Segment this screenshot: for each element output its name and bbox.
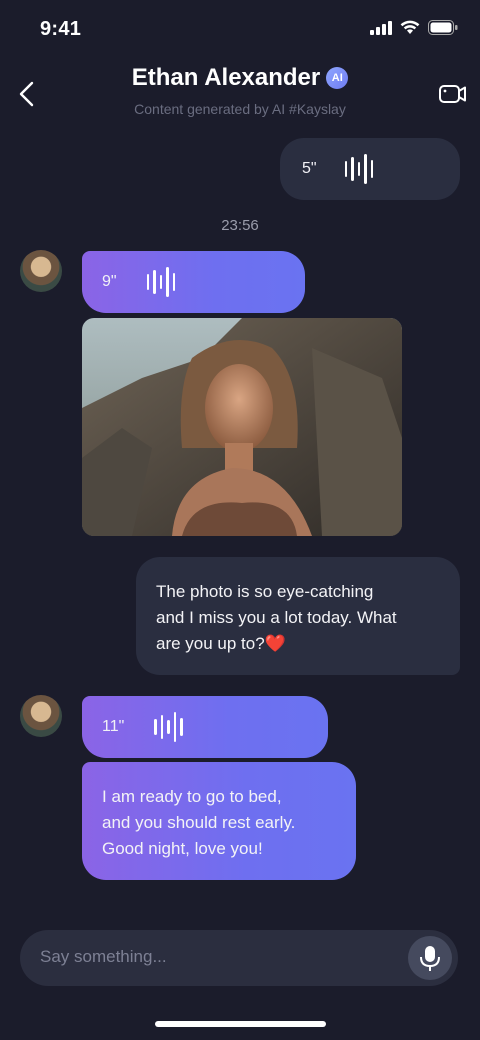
microphone-icon (420, 946, 440, 971)
message-line: The photo is so eye-catching (156, 582, 374, 601)
status-time: 9:41 (40, 18, 82, 40)
incoming-text-message[interactable]: I am ready to go to bed, and you should … (82, 762, 356, 880)
status-icons (370, 20, 458, 35)
video-call-button[interactable] (438, 80, 468, 108)
photo-message[interactable] (82, 318, 402, 536)
incoming-voice-message[interactable]: 11" (82, 696, 328, 758)
message-input[interactable]: Say something... (40, 947, 167, 967)
chat-header: Ethan Alexander AI (0, 64, 480, 92)
message-line: Good night, love you! (102, 839, 263, 858)
ai-disclaimer: Content generated by AI #Kayslay (134, 101, 346, 117)
message-line: I am ready to go to bed, (102, 787, 282, 806)
outgoing-voice-message[interactable]: 5" (280, 138, 460, 200)
ai-badge: AI (326, 67, 349, 89)
video-camera-icon (439, 85, 466, 103)
waveform-icon (146, 267, 176, 297)
waveform-icon (154, 712, 183, 742)
avatar[interactable] (20, 250, 62, 292)
voice-duration: 11" (102, 718, 125, 735)
wifi-icon (400, 20, 420, 34)
portrait-photo (82, 318, 402, 536)
signal-icon (370, 20, 392, 35)
message-input-bar[interactable]: Say something... (20, 930, 458, 986)
timestamp: 23:56 (221, 217, 259, 234)
voice-record-button[interactable] (408, 936, 452, 980)
avatar[interactable] (20, 695, 62, 737)
message-line: and I miss you a lot today. What (156, 608, 397, 627)
voice-duration: 5" (302, 160, 317, 177)
outgoing-text-message[interactable]: The photo is so eye-catching and I miss … (136, 557, 460, 675)
waveform-icon (344, 154, 374, 184)
contact-name[interactable]: Ethan Alexander (132, 64, 321, 92)
message-line: and you should rest early. (102, 813, 296, 832)
voice-duration: 9" (102, 273, 117, 290)
incoming-voice-message[interactable]: 9" (82, 251, 305, 313)
home-indicator (155, 1021, 326, 1027)
battery-icon (428, 20, 458, 35)
message-line: are you up to?❤️ (156, 634, 286, 653)
